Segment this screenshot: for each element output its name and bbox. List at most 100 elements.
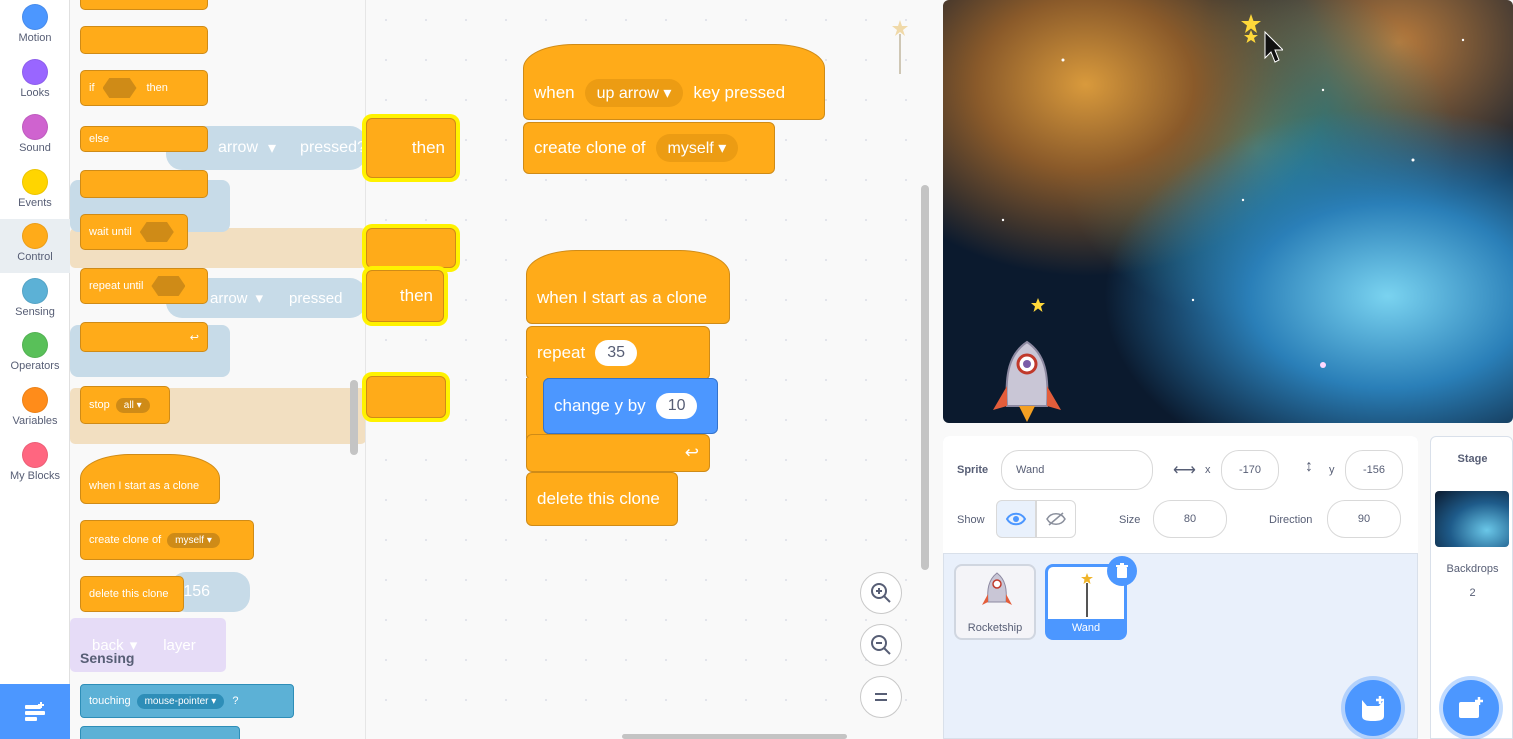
category-sensing[interactable]: Sensing <box>0 276 70 330</box>
block-text: change y by <box>554 396 646 415</box>
sound-dot-icon <box>22 114 48 140</box>
sprite-thumb-label: Wand <box>1048 619 1124 637</box>
highlighted-if-block[interactable]: then <box>366 270 444 322</box>
block-text: then <box>146 82 168 94</box>
sprite-info-panel: Sprite Wand ⟷ x -170 ↕ y -156 Show Size … <box>943 436 1418 554</box>
stage-title: Stage <box>1457 453 1488 465</box>
mouse-cursor-icon <box>1264 30 1283 63</box>
repeat-count-input[interactable]: 35 <box>595 340 637 366</box>
my-blocks-dot-icon <box>22 442 48 468</box>
block-text: when I start as a clone <box>537 288 708 307</box>
sprite-name-input[interactable]: Wand <box>1001 450 1153 490</box>
palette-block[interactable] <box>80 726 240 739</box>
condition-slot <box>151 276 186 296</box>
palette-block[interactable] <box>80 170 208 198</box>
delete-sprite-button[interactable] <box>1107 556 1137 586</box>
palette-else-block[interactable]: else <box>80 126 208 152</box>
script-area[interactable]: then then when up arrow ▾ key pressed cr… <box>366 0 932 739</box>
highlighted-block[interactable] <box>366 228 456 268</box>
category-label: Motion <box>18 32 52 44</box>
palette-repeat-until-block[interactable]: repeat until <box>80 268 208 304</box>
block-text: when <box>534 83 575 102</box>
eye-icon <box>1006 512 1026 526</box>
zoom-out-button[interactable] <box>860 624 902 666</box>
delete-clone-block[interactable]: delete this clone <box>526 472 678 526</box>
palette-touching-block[interactable]: touching mouse-pointer ▾ ? <box>80 684 294 718</box>
y-arrows-icon: ↕ <box>1305 458 1313 475</box>
size-input[interactable]: 80 <box>1153 500 1227 538</box>
palette-delete-clone-block[interactable]: delete this clone <box>80 576 184 612</box>
clone-target-dropdown[interactable]: myself ▾ <box>655 134 739 162</box>
change-y-input[interactable]: 10 <box>655 393 698 419</box>
category-my-blocks[interactable]: My Blocks <box>0 440 70 494</box>
highlighted-if-block[interactable]: then <box>366 118 456 178</box>
stage-canvas[interactable] <box>943 0 1513 423</box>
clone-dropdown[interactable]: myself ▾ <box>167 532 220 548</box>
category-operators[interactable]: Operators <box>0 330 70 384</box>
zoom-in-button[interactable] <box>860 572 902 614</box>
section-title-sensing: Sensing <box>80 650 135 666</box>
sprite-label: Sprite <box>957 464 989 476</box>
category-label: My Blocks <box>9 470 61 482</box>
category-looks[interactable]: Looks <box>0 57 70 111</box>
block-text: else <box>89 133 110 145</box>
palette-wait-until-block[interactable]: wait until <box>80 214 188 250</box>
loop-arrow-icon: ↩ <box>189 331 199 344</box>
ghost-dropdown-icon: ▾ <box>268 140 277 157</box>
touching-dropdown[interactable]: mouse-pointer ▾ <box>136 693 225 709</box>
backdrop-plus-icon <box>1459 697 1483 718</box>
block-text: if <box>89 82 95 94</box>
sprite-thumb-label: Rocketship <box>967 622 1023 634</box>
when-key-pressed-block[interactable]: when up arrow ▾ key pressed <box>523 44 825 120</box>
category-sound[interactable]: Sound <box>0 112 70 166</box>
rocketship-thumb-icon <box>982 572 1012 605</box>
palette-scrollbar[interactable] <box>350 380 358 455</box>
stop-dropdown[interactable]: all ▾ <box>115 397 150 413</box>
rocketship-sprite[interactable] <box>989 340 1065 423</box>
zoom-reset-button[interactable] <box>860 676 902 718</box>
change-y-block[interactable]: change y by 10 <box>543 378 718 434</box>
palette-stop-block[interactable]: stop all ▾ <box>80 386 170 424</box>
block-palette: arrow ▾ pressed? arrow ▾ pressed -156 ba… <box>70 0 366 739</box>
add-extension-button[interactable] <box>0 684 70 739</box>
x-position-input[interactable]: -170 <box>1221 450 1279 490</box>
choose-sprite-button[interactable] <box>1345 680 1401 736</box>
block-text: create clone of <box>89 534 162 546</box>
repeat-block[interactable]: repeat 35 <box>526 326 710 380</box>
highlighted-block[interactable] <box>366 376 446 418</box>
category-label: Sensing <box>15 306 55 318</box>
choose-backdrop-button[interactable] <box>1443 680 1499 736</box>
create-clone-block[interactable]: create clone of myself ▾ <box>523 122 775 174</box>
category-motion[interactable]: Motion <box>0 2 70 56</box>
script-horizontal-scrollbar[interactable] <box>622 734 847 739</box>
palette-create-clone-block[interactable]: create clone of myself ▾ <box>80 520 254 560</box>
y-position-input[interactable]: -156 <box>1345 450 1403 490</box>
key-dropdown[interactable]: up arrow ▾ <box>584 79 684 107</box>
show-hidden-toggle[interactable] <box>1036 500 1076 538</box>
when-clone-hat-block[interactable]: when I start as a clone <box>526 250 730 324</box>
sprite-thumb-rocketship[interactable]: Rocketship <box>954 564 1036 640</box>
palette-block[interactable] <box>80 0 208 10</box>
y-label: y <box>1329 464 1335 476</box>
looks-dot-icon <box>22 59 48 85</box>
block-text: create clone of <box>534 138 646 157</box>
wand-sprite-icon <box>892 20 908 74</box>
palette-block[interactable] <box>80 26 208 54</box>
block-text: repeat <box>537 343 586 362</box>
palette-when-clone-block[interactable]: when I start as a clone <box>80 454 220 504</box>
show-visible-toggle[interactable] <box>996 500 1036 538</box>
star-icon <box>1031 298 1045 312</box>
category-variables[interactable]: Variables <box>0 385 70 439</box>
zoom-in-icon <box>871 583 891 603</box>
condition-slot <box>102 78 137 98</box>
direction-input[interactable]: 90 <box>1327 500 1401 538</box>
script-vertical-scrollbar[interactable] <box>921 185 929 570</box>
palette-if-then-block[interactable]: if then <box>80 70 208 106</box>
category-control[interactable]: Control <box>0 219 70 273</box>
category-events[interactable]: Events <box>0 167 70 221</box>
stage-thumbnail[interactable] <box>1435 491 1509 547</box>
events-dot-icon <box>22 169 48 195</box>
palette-block[interactable]: ↩ <box>80 322 208 352</box>
block-text: wait until <box>89 226 132 238</box>
category-label: Operators <box>10 360 60 372</box>
